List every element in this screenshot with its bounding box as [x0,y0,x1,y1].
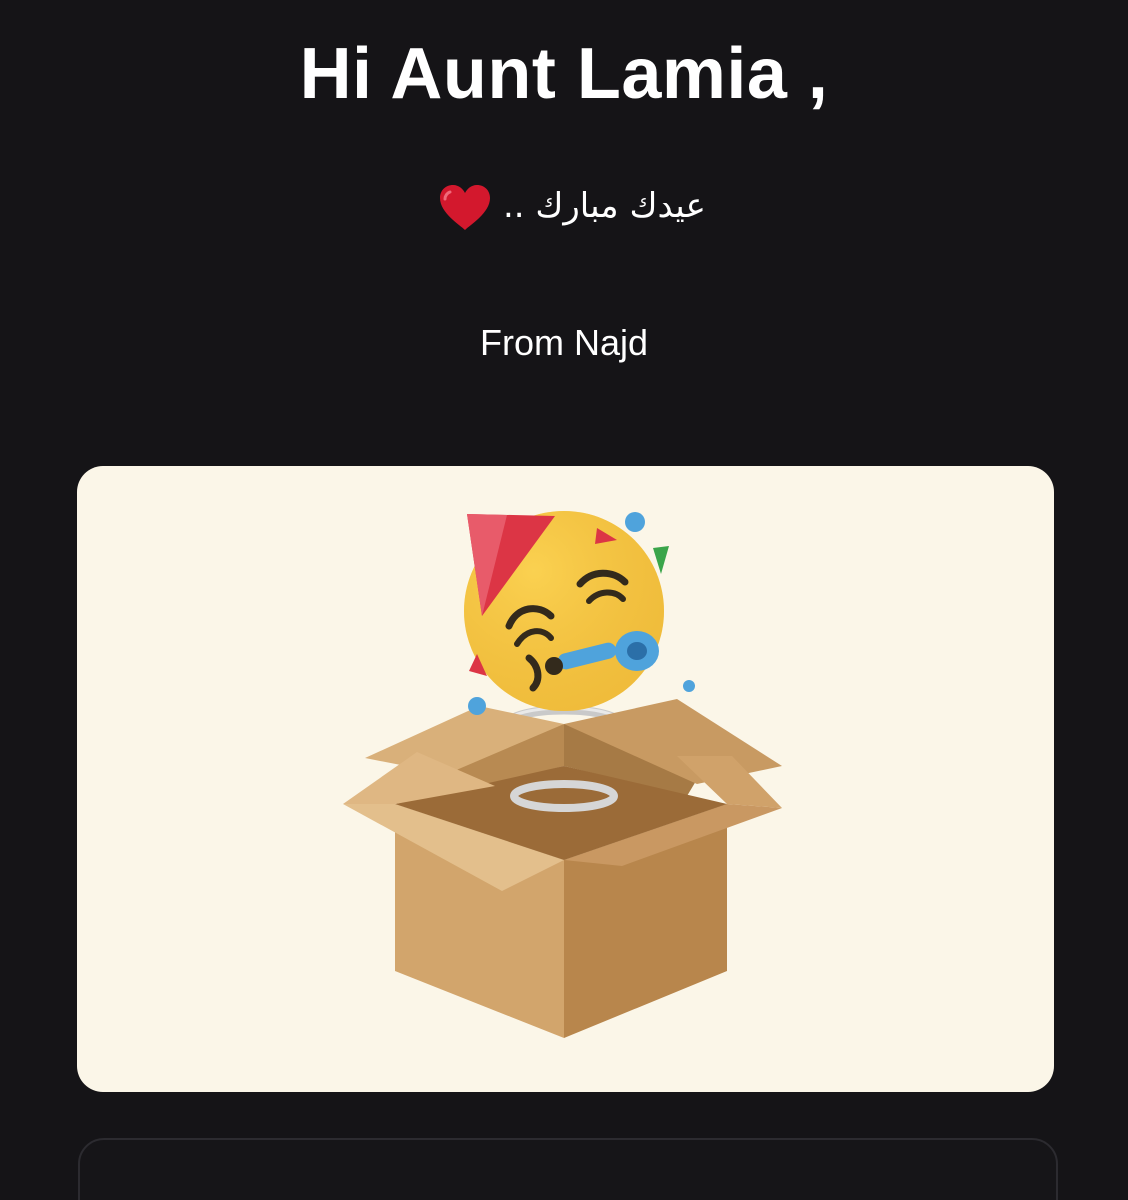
partying-face-icon [464,511,664,711]
eid-message: عيدك مبارك .. [0,178,1128,234]
message-text: عيدك مبارك .. [502,186,706,226]
red-heart-icon [440,184,491,230]
cardboard-box-icon [343,699,782,1038]
gift-card[interactable] [77,466,1054,1092]
greeting-title: Hi Aunt Lamia , [299,34,829,114]
jack-in-the-box-illustration [343,511,782,1038]
sender-label: From Najd [479,322,649,363]
next-card [78,1138,1058,1200]
